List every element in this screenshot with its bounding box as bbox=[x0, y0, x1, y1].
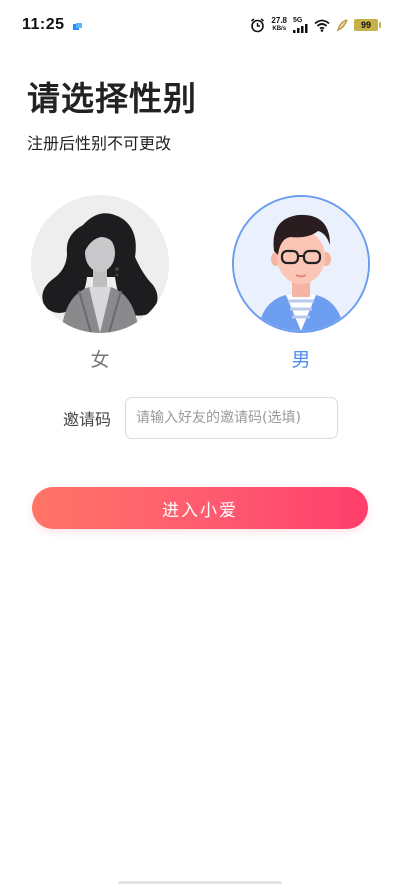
status-time: 11:25 bbox=[22, 16, 65, 33]
gender-label-male: 男 bbox=[291, 349, 311, 371]
battery-level: 99 bbox=[360, 20, 371, 30]
status-bar: 11:25 27.8 KB/s 5G 99 bbox=[0, 0, 400, 50]
page-title: 请选择性别 bbox=[27, 79, 197, 118]
net-speed-unit: KB/s bbox=[272, 26, 287, 32]
male-avatar-illustration bbox=[234, 197, 368, 331]
page-subtitle: 注册后性别不可更改 bbox=[27, 134, 172, 153]
net-speed: 27.8 KB/s bbox=[271, 17, 287, 33]
signal-icon bbox=[293, 24, 308, 33]
network-type: 5G bbox=[293, 17, 303, 24]
female-avatar-illustration bbox=[31, 195, 169, 333]
invite-code-label: 邀请码 bbox=[63, 410, 112, 429]
gender-label-female: 女 bbox=[90, 349, 110, 371]
cellular-indicator: 5G bbox=[293, 17, 308, 33]
status-icons: 27.8 KB/s 5G 99 bbox=[250, 17, 381, 33]
wifi-icon bbox=[314, 19, 330, 32]
gender-option-female[interactable]: 女 bbox=[31, 195, 169, 372]
app-notification-icon bbox=[72, 22, 82, 30]
male-avatar[interactable] bbox=[232, 195, 370, 333]
alarm-icon bbox=[251, 17, 265, 32]
net-speed-value: 27.8 bbox=[271, 16, 287, 25]
invite-code-row: 邀请码 bbox=[63, 397, 338, 439]
gender-option-male[interactable]: 男 bbox=[232, 195, 370, 372]
enter-button[interactable]: 进入小爱 bbox=[32, 487, 368, 529]
invite-code-input[interactable] bbox=[125, 397, 338, 439]
female-avatar[interactable] bbox=[31, 195, 169, 333]
feather-icon bbox=[336, 18, 348, 31]
battery-icon: 99 bbox=[354, 19, 381, 31]
home-indicator[interactable] bbox=[118, 881, 282, 884]
